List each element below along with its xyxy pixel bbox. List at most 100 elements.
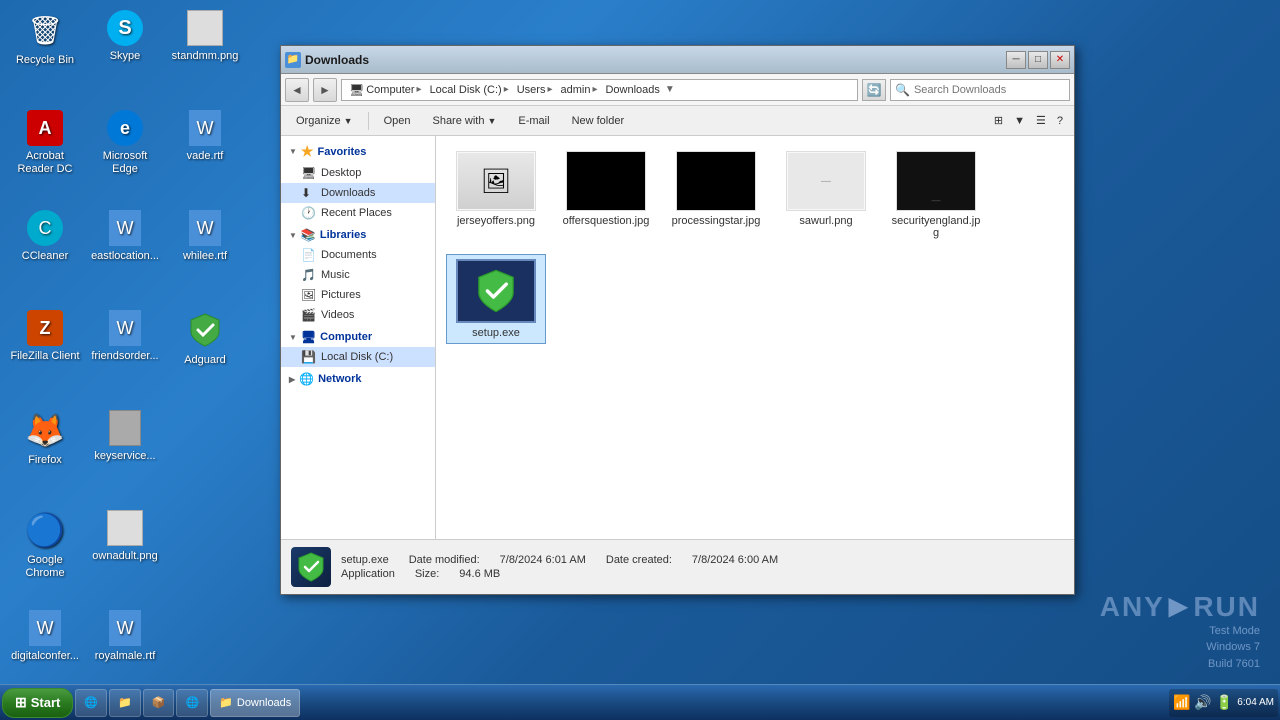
sidebar-item-videos[interactable]: 🎬 Videos [281,305,435,325]
browser-icon: 🌐 [185,696,199,709]
refresh-button[interactable]: 🔄 [862,79,886,101]
status-type: Application [341,568,395,580]
sidebar-favorites-header[interactable]: ▼ ★ Favorites [281,140,435,163]
open-button[interactable]: Open [375,110,420,132]
sidebar-item-localdisk[interactable]: 💾 Local Disk (C:) [281,347,435,367]
sidebar-item-downloads[interactable]: ⬇ Downloads [281,183,435,203]
taskbar-item-explorer[interactable]: 📁 [109,689,141,717]
toolbar-separator [368,112,369,130]
path-segment-localdisk[interactable]: Local Disk (C:) ▸ [427,83,512,97]
titlebar-icon: 📁 [285,52,301,68]
desktop-icon-acrobat[interactable]: A Acrobat Reader DC [5,105,85,205]
file-item-processingstar[interactable]: processingstar.jpg [666,146,766,244]
status-row-2: Application Size: 94.6 MB [341,568,778,580]
file-item-sawurl[interactable]: — sawurl.png [776,146,876,244]
new-folder-button[interactable]: New folder [563,110,634,132]
tray-battery-icon[interactable]: 🔋 [1216,694,1233,711]
path-dropdown-arrow[interactable]: ▼ [665,84,675,95]
search-box[interactable]: 🔍 [890,79,1070,101]
file-item-jerseyoffers[interactable]: 🖼 jerseyoffers.png [446,146,546,244]
file-item-setup-exe[interactable]: setup.exe [446,254,546,344]
sidebar-network-header[interactable]: ▶ 🌐 Network [281,369,435,389]
desktop-icon-edge[interactable]: e Microsoft Edge [85,105,165,205]
taskbar-item-downloads-window[interactable]: 📁 Downloads [210,689,300,717]
desktop-icon-empty1 [165,405,245,505]
tray-network-icon[interactable]: 📶 [1173,694,1190,711]
sidebar-item-desktop[interactable]: 🖥 Desktop [281,163,435,183]
desktop-icon-keyservice[interactable]: keyservice... [85,405,165,505]
desktop-icon-firefox[interactable]: 🦊 Firefox [5,405,85,505]
forward-button[interactable]: ► [313,78,337,102]
status-date-modified: 7/8/2024 6:01 AM [500,554,586,566]
taskbar-item-media[interactable]: 📦 [143,689,175,717]
status-size: 94.6 MB [459,568,500,580]
status-file-icon [291,547,331,587]
desktop-icon-adguard[interactable]: Adguard [165,305,245,405]
favorites-triangle: ▼ [289,147,297,156]
view-options-button[interactable]: ▼ [1009,110,1030,132]
desktop-icon-filezilla[interactable]: Z FileZilla Client [5,305,85,405]
close-button[interactable]: ✕ [1050,51,1070,69]
window-titlebar: 📁 Downloads ─ □ ✕ [281,46,1074,74]
anyrun-watermark: ANY ▶ RUN Test Mode Windows 7 Build 7601 [1100,591,1260,673]
sidebar-computer-header[interactable]: ▼ 🖥 Computer [281,327,435,347]
computer-icon: 🖥 [301,330,316,344]
desktop: 🗑 Recycle Bin S Skype standmm.png A Acro… [0,0,1280,720]
desktop-icon-grid: 🗑 Recycle Bin S Skype standmm.png A Acro… [0,0,270,680]
minimize-button[interactable]: ─ [1006,51,1026,69]
titlebar-left: 📁 Downloads [285,52,369,68]
sidebar-item-recent-places[interactable]: 🕐 Recent Places [281,203,435,223]
sidebar-favorites: ▼ ★ Favorites 🖥 Desktop ⬇ Downloads 🕐 [281,140,435,223]
desktop-icon-recycle-bin[interactable]: 🗑 Recycle Bin [5,5,85,105]
file-thumbnail-offersquestion [566,151,646,211]
sidebar-item-music[interactable]: 🎵 Music [281,265,435,285]
anyrun-mode-text: Test Mode Windows 7 Build 7601 [1100,623,1260,673]
organize-button[interactable]: Organize ▼ [287,110,362,132]
desktop-icon-ccleaner[interactable]: C CCleaner [5,205,85,305]
maximize-button[interactable]: □ [1028,51,1048,69]
file-area: 🖼 jerseyoffers.png offersquestion.jpg pr… [436,136,1074,539]
desktop-icon-skype[interactable]: S Skype [85,5,165,105]
pictures-icon: 🖼 [301,288,315,302]
desktop-icon-friendsorder[interactable]: W friendsorder... [85,305,165,405]
address-path[interactable]: 🖥 Computer ▸ Local Disk (C:) ▸ Users ▸ a… [341,79,858,101]
taskbar-item-ie[interactable]: 🌐 [75,689,107,717]
file-label-securityengland: securityengland.jpg [891,215,981,239]
desktop-icon-empty2 [165,505,245,605]
desktop-icon-eastlocation[interactable]: W eastlocation... [85,205,165,305]
desktop-icon-vade[interactable]: W vade.rtf [165,105,245,205]
libraries-triangle: ▼ [289,231,297,240]
file-item-offersquestion[interactable]: offersquestion.jpg [556,146,656,244]
sidebar-item-pictures[interactable]: 🖼 Pictures [281,285,435,305]
tray-clock[interactable]: 6:04 AM [1237,696,1274,709]
desktop-icon-small: 🖥 [301,166,315,180]
back-button[interactable]: ◄ [285,78,309,102]
downloads-taskbar-icon: 📁 [219,696,233,709]
search-icon: 🔍 [895,83,910,97]
localdisk-icon: 💾 [301,350,315,364]
desktop-icon-chrome[interactable]: 🔵 Google Chrome [5,505,85,605]
start-button[interactable]: ⊞ Start [2,688,73,718]
path-segment-downloads[interactable]: Downloads [602,83,662,97]
path-segment-users[interactable]: Users ▸ [514,83,556,97]
videos-icon: 🎬 [301,308,315,322]
help-button[interactable]: ? [1052,110,1068,132]
view-details-button[interactable]: ☰ [1031,110,1051,132]
email-button[interactable]: E-mail [509,110,558,132]
desktop-icon-standmm[interactable]: standmm.png [165,5,245,105]
desktop-icon-ownadult[interactable]: ownadult.png [85,505,165,605]
path-segment-computer[interactable]: 🖥 Computer ▸ [346,82,425,98]
taskbar-item-browser[interactable]: 🌐 [176,689,208,717]
path-segment-admin[interactable]: admin ▸ [557,83,600,97]
share-with-button[interactable]: Share with ▼ [423,110,505,132]
search-input[interactable] [914,84,1065,96]
taskbar: ⊞ Start 🌐 📁 📦 🌐 📁 Downloads 📶 🔊 🔋 6:04 A… [0,684,1280,720]
tray-volume-icon[interactable]: 🔊 [1194,694,1211,711]
view-preview-button[interactable]: ⊞ [989,110,1008,132]
status-shield-icon [295,551,327,583]
sidebar-libraries-header[interactable]: ▼ 📚 Libraries [281,225,435,245]
desktop-icon-whilee[interactable]: W whilee.rtf [165,205,245,305]
sidebar-item-documents[interactable]: 📄 Documents [281,245,435,265]
file-item-securityengland[interactable]: — securityengland.jpg [886,146,986,244]
libraries-icon: 📚 [301,228,316,242]
